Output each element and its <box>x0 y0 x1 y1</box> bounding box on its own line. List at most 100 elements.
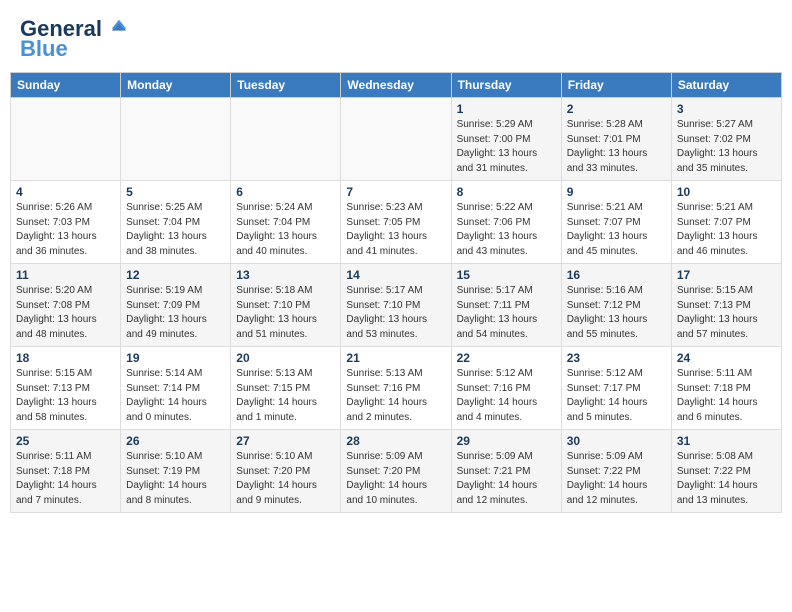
calendar-cell <box>11 98 121 181</box>
calendar-cell: 4Sunrise: 5:26 AM Sunset: 7:03 PM Daylig… <box>11 181 121 264</box>
calendar-cell: 14 Sunrise: 5:17 AM Sunset: 7:10 PM Dayli… <box>341 264 451 347</box>
day-number: 10 <box>677 185 776 199</box>
day-number: 22 <box>457 351 556 365</box>
weekday-header-thursday: Thursday <box>451 73 561 98</box>
day-number: 9 <box>567 185 666 199</box>
day-info: Sunrise: 5:19 AM Sunset: 7:09 PM Dayligh… <box>126 284 225 342</box>
day-info: Sunrise: 5:14 AM Sunset: 7:14 PM Dayligh… <box>126 367 225 425</box>
calendar-cell: 17Sunrise: 5:15 AM Sunset: 7:13 PM Dayli… <box>671 264 781 347</box>
day-info: Sunrise: 5:28 AM Sunset: 7:01 PM Dayligh… <box>567 118 666 176</box>
day-info: Sunrise: 5:18 AM Sunset: 7:10 PM Dayligh… <box>236 284 335 342</box>
day-number: 5 <box>126 185 225 199</box>
day-info: Sunrise: 5:13 AM Sunset: 7:16 PM Dayligh… <box>346 367 445 425</box>
day-info: Sunrise: 5:09 AM Sunset: 7:22 PM Dayligh… <box>567 450 666 508</box>
day-info: Sunrise: 5:16 AM Sunset: 7:12 PM Dayligh… <box>567 284 666 342</box>
week-row-1: 1Sunrise: 5:29 AM Sunset: 7:00 PM Daylig… <box>11 98 782 181</box>
weekday-header-monday: Monday <box>121 73 231 98</box>
weekday-header-row: SundayMondayTuesdayWednesdayThursdayFrid… <box>11 73 782 98</box>
day-number: 24 <box>677 351 776 365</box>
calendar-table: SundayMondayTuesdayWednesdayThursdayFrid… <box>10 72 782 513</box>
calendar-cell: 1Sunrise: 5:29 AM Sunset: 7:00 PM Daylig… <box>451 98 561 181</box>
day-number: 28 <box>346 434 445 448</box>
calendar-cell <box>121 98 231 181</box>
logo-icon <box>110 18 128 36</box>
day-number: 20 <box>236 351 335 365</box>
day-number: 3 <box>677 102 776 116</box>
day-number: 17 <box>677 268 776 282</box>
weekday-header-friday: Friday <box>561 73 671 98</box>
day-info: Sunrise: 5:13 AM Sunset: 7:15 PM Dayligh… <box>236 367 335 425</box>
day-number: 11 <box>16 268 115 282</box>
calendar-cell: 21 Sunrise: 5:13 AM Sunset: 7:16 PM Dayli… <box>341 347 451 430</box>
day-info: Sunrise: 5:12 AM Sunset: 7:17 PM Dayligh… <box>567 367 666 425</box>
calendar-cell: 11 Sunrise: 5:20 AM Sunset: 7:08 PM Dayli… <box>11 264 121 347</box>
calendar-cell: 29 Sunrise: 5:09 AM Sunset: 7:21 PM Dayli… <box>451 430 561 513</box>
day-info: Sunrise: 5:27 AM Sunset: 7:02 PM Dayligh… <box>677 118 776 176</box>
day-info: Sunrise: 5:09 AM Sunset: 7:20 PM Dayligh… <box>346 450 445 508</box>
calendar-cell: 27Sunrise: 5:10 AM Sunset: 7:20 PM Dayli… <box>231 430 341 513</box>
day-info: Sunrise: 5:25 AM Sunset: 7:04 PM Dayligh… <box>126 201 225 259</box>
calendar-cell: 23 Sunrise: 5:12 AM Sunset: 7:17 PM Dayli… <box>561 347 671 430</box>
day-number: 21 <box>346 351 445 365</box>
calendar-cell: 16 Sunrise: 5:16 AM Sunset: 7:12 PM Dayli… <box>561 264 671 347</box>
day-info: Sunrise: 5:24 AM Sunset: 7:04 PM Dayligh… <box>236 201 335 259</box>
calendar-cell: 30 Sunrise: 5:09 AM Sunset: 7:22 PM Dayli… <box>561 430 671 513</box>
day-number: 23 <box>567 351 666 365</box>
calendar-cell: 20 Sunrise: 5:13 AM Sunset: 7:15 PM Dayli… <box>231 347 341 430</box>
weekday-header-tuesday: Tuesday <box>231 73 341 98</box>
calendar-cell: 15Sunrise: 5:17 AM Sunset: 7:11 PM Dayli… <box>451 264 561 347</box>
calendar-cell: 6 Sunrise: 5:24 AM Sunset: 7:04 PM Daylig… <box>231 181 341 264</box>
day-info: Sunrise: 5:10 AM Sunset: 7:19 PM Dayligh… <box>126 450 225 508</box>
day-info: Sunrise: 5:08 AM Sunset: 7:22 PM Dayligh… <box>677 450 776 508</box>
day-info: Sunrise: 5:12 AM Sunset: 7:16 PM Dayligh… <box>457 367 556 425</box>
day-info: Sunrise: 5:23 AM Sunset: 7:05 PM Dayligh… <box>346 201 445 259</box>
calendar-cell <box>341 98 451 181</box>
calendar-cell: 10 Sunrise: 5:21 AM Sunset: 7:07 PM Dayli… <box>671 181 781 264</box>
day-number: 7 <box>346 185 445 199</box>
day-info: Sunrise: 5:22 AM Sunset: 7:06 PM Dayligh… <box>457 201 556 259</box>
week-row-5: 25 Sunrise: 5:11 AM Sunset: 7:18 PM Dayli… <box>11 430 782 513</box>
day-number: 6 <box>236 185 335 199</box>
day-number: 29 <box>457 434 556 448</box>
calendar-cell: 18 Sunrise: 5:15 AM Sunset: 7:13 PM Dayli… <box>11 347 121 430</box>
weekday-header-saturday: Saturday <box>671 73 781 98</box>
calendar-cell: 3 Sunrise: 5:27 AM Sunset: 7:02 PM Daylig… <box>671 98 781 181</box>
calendar-cell: 31 Sunrise: 5:08 AM Sunset: 7:22 PM Dayli… <box>671 430 781 513</box>
day-info: Sunrise: 5:09 AM Sunset: 7:21 PM Dayligh… <box>457 450 556 508</box>
calendar-cell: 26 Sunrise: 5:10 AM Sunset: 7:19 PM Dayli… <box>121 430 231 513</box>
day-info: Sunrise: 5:15 AM Sunset: 7:13 PM Dayligh… <box>16 367 115 425</box>
calendar-cell <box>231 98 341 181</box>
day-info: Sunrise: 5:11 AM Sunset: 7:18 PM Dayligh… <box>16 450 115 508</box>
calendar-cell: 12 Sunrise: 5:19 AM Sunset: 7:09 PM Dayli… <box>121 264 231 347</box>
calendar-cell: 2 Sunrise: 5:28 AM Sunset: 7:01 PM Daylig… <box>561 98 671 181</box>
weekday-header-sunday: Sunday <box>11 73 121 98</box>
weekday-header-wednesday: Wednesday <box>341 73 451 98</box>
week-row-2: 4Sunrise: 5:26 AM Sunset: 7:03 PM Daylig… <box>11 181 782 264</box>
calendar-cell: 8 Sunrise: 5:22 AM Sunset: 7:06 PM Daylig… <box>451 181 561 264</box>
day-info: Sunrise: 5:17 AM Sunset: 7:11 PM Dayligh… <box>457 284 556 342</box>
day-number: 13 <box>236 268 335 282</box>
day-number: 31 <box>677 434 776 448</box>
day-number: 4 <box>16 185 115 199</box>
day-info: Sunrise: 5:11 AM Sunset: 7:18 PM Dayligh… <box>677 367 776 425</box>
day-number: 16 <box>567 268 666 282</box>
day-number: 1 <box>457 102 556 116</box>
day-number: 26 <box>126 434 225 448</box>
calendar-cell: 22 Sunrise: 5:12 AM Sunset: 7:16 PM Dayli… <box>451 347 561 430</box>
day-number: 27 <box>236 434 335 448</box>
day-number: 18 <box>16 351 115 365</box>
day-info: Sunrise: 5:17 AM Sunset: 7:10 PM Dayligh… <box>346 284 445 342</box>
day-number: 14 <box>346 268 445 282</box>
calendar-cell: 28 Sunrise: 5:09 AM Sunset: 7:20 PM Dayli… <box>341 430 451 513</box>
day-info: Sunrise: 5:21 AM Sunset: 7:07 PM Dayligh… <box>677 201 776 259</box>
day-number: 25 <box>16 434 115 448</box>
calendar-cell: 9 Sunrise: 5:21 AM Sunset: 7:07 PM Daylig… <box>561 181 671 264</box>
day-info: Sunrise: 5:20 AM Sunset: 7:08 PM Dayligh… <box>16 284 115 342</box>
day-number: 12 <box>126 268 225 282</box>
day-number: 2 <box>567 102 666 116</box>
day-number: 19 <box>126 351 225 365</box>
day-number: 30 <box>567 434 666 448</box>
day-info: Sunrise: 5:21 AM Sunset: 7:07 PM Dayligh… <box>567 201 666 259</box>
calendar-cell: 13 Sunrise: 5:18 AM Sunset: 7:10 PM Dayli… <box>231 264 341 347</box>
day-number: 8 <box>457 185 556 199</box>
